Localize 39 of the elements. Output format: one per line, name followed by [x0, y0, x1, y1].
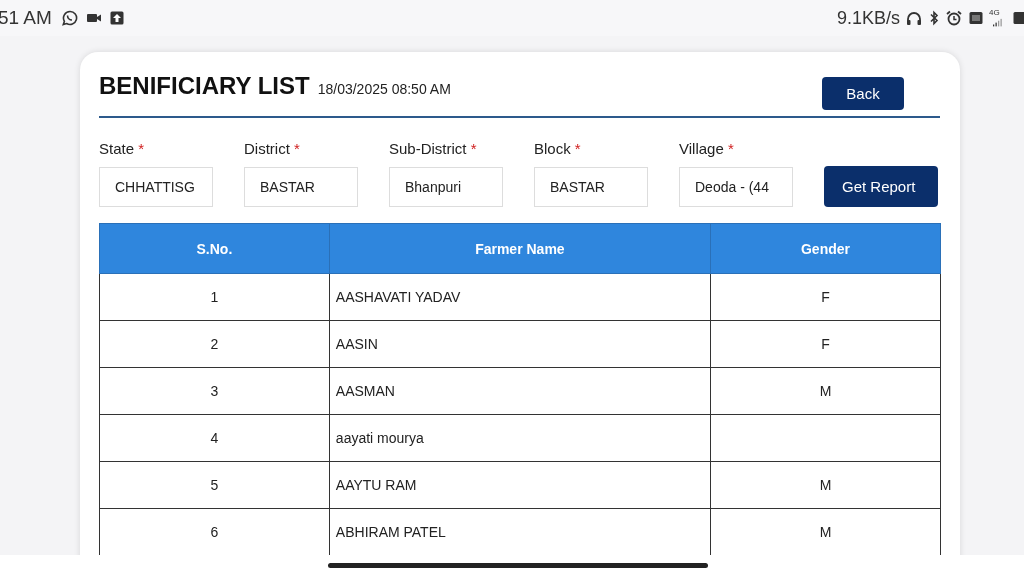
- table-cell: F: [710, 273, 941, 321]
- select-field[interactable]: BASTAR: [244, 167, 358, 207]
- table-cell: 3: [99, 367, 330, 415]
- field-label: District *: [244, 140, 301, 157]
- table-cell: F: [710, 320, 941, 368]
- table-cell: 4: [99, 414, 330, 462]
- alarm-clock-icon: [945, 10, 963, 26]
- select-field[interactable]: CHHATTISG: [99, 167, 213, 207]
- column-header: Gender: [710, 223, 941, 274]
- table-cell: M: [710, 461, 941, 509]
- table-cell: 1: [99, 273, 330, 321]
- table-cell: AASIN: [329, 320, 711, 368]
- chat-bubble-icon: [60, 10, 79, 26]
- column-header: Farmer Name: [329, 223, 711, 274]
- page-title: BENIFICIARY LIST: [99, 72, 310, 100]
- field-label: State *: [99, 140, 146, 157]
- select-field[interactable]: Bhanpuri: [389, 167, 503, 207]
- table-cell: AAYTU RAM: [329, 461, 711, 509]
- field-label: Village *: [679, 140, 735, 157]
- timestamp: 18/03/2025 08:50 AM: [317, 81, 451, 97]
- table-cell: aayati mourya: [329, 414, 711, 462]
- table-cell: AASMAN: [329, 367, 711, 415]
- get-report-button[interactable]: Get Report: [824, 166, 938, 207]
- table-cell: 2: [99, 320, 330, 368]
- select-field[interactable]: Deoda - (44: [679, 167, 793, 207]
- table-cell: M: [710, 367, 941, 415]
- home-indicator[interactable]: [328, 563, 708, 568]
- field-label: Sub-District *: [389, 140, 478, 157]
- table-cell: AASHAVATI YADAV: [329, 273, 711, 321]
- bluetooth-icon: [928, 10, 940, 26]
- field-label: Block *: [534, 140, 582, 157]
- upload-icon: [108, 10, 125, 26]
- back-button[interactable]: Back: [822, 77, 904, 110]
- column-header: S.No.: [99, 223, 330, 274]
- network-type: 4G: [989, 9, 1000, 17]
- select-field[interactable]: BASTAR: [534, 167, 648, 207]
- headphones-icon: [905, 10, 923, 26]
- network-speed: 9.1KB/s: [836, 7, 900, 29]
- table-cell: 5: [99, 461, 330, 509]
